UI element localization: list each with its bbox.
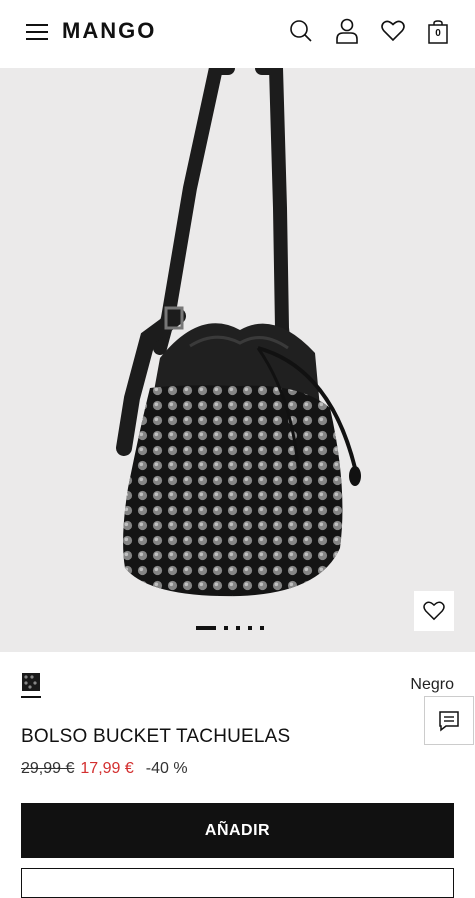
selected-color-name: Negro	[410, 676, 454, 693]
add-to-cart-button[interactable]: AÑADIR	[21, 803, 454, 858]
heart-icon[interactable]	[380, 18, 406, 44]
product-gallery[interactable]	[0, 68, 475, 652]
user-icon[interactable]	[334, 18, 360, 44]
add-to-favorites-button[interactable]	[414, 591, 454, 631]
pagination-dot[interactable]	[236, 626, 240, 630]
chat-icon	[439, 710, 459, 732]
pagination-dot[interactable]	[224, 626, 228, 630]
price-row: 29,99 € 17,99 € -40 %	[21, 760, 188, 778]
color-swatch-black[interactable]	[21, 673, 41, 698]
pagination-dot[interactable]	[260, 626, 264, 630]
bag-icon[interactable]: 0	[428, 19, 448, 45]
color-swatch-list	[21, 673, 41, 698]
secondary-button[interactable]	[21, 868, 454, 898]
brand-logo[interactable]: MANGO	[62, 18, 156, 44]
gallery-pagination	[196, 626, 264, 630]
sale-price: 17,99 €	[80, 760, 134, 777]
product-image	[116, 68, 361, 597]
discount-badge: -40 %	[145, 760, 188, 777]
product-title: BOLSO BUCKET TACHUELAS	[21, 726, 291, 747]
original-price: 29,99 €	[21, 760, 75, 777]
pagination-dot[interactable]	[248, 626, 252, 630]
menu-icon[interactable]	[26, 24, 48, 40]
heart-icon	[423, 601, 445, 621]
bag-count: 0	[435, 28, 441, 39]
search-icon[interactable]	[288, 18, 314, 44]
chat-button[interactable]	[424, 696, 474, 745]
header: MANGO 0	[0, 0, 475, 68]
pagination-dot[interactable]	[196, 626, 216, 630]
